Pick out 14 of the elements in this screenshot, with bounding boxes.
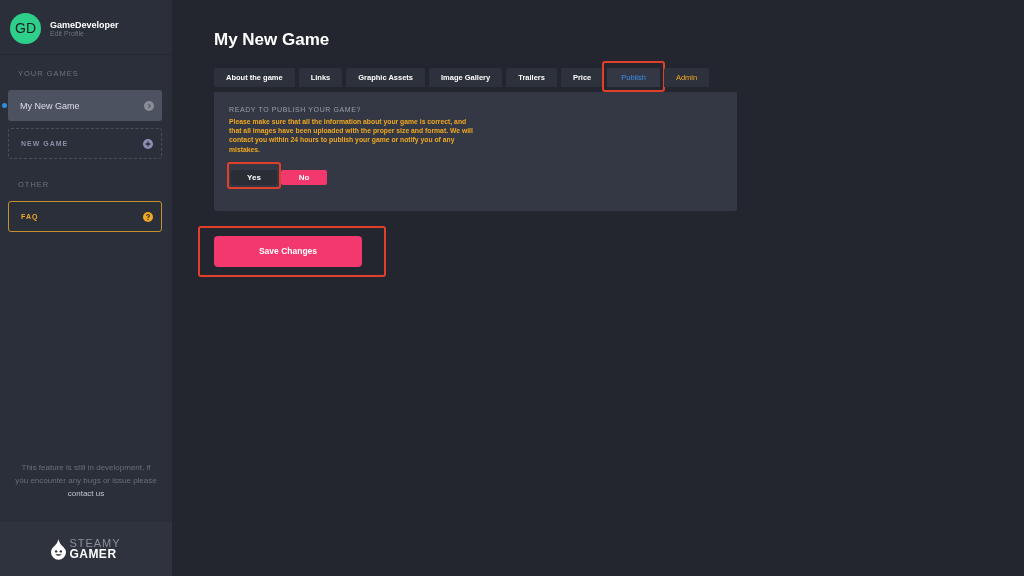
option-button[interactable]: Yes bbox=[231, 169, 277, 185]
sidebar-item[interactable]: My New Game bbox=[8, 90, 162, 121]
page-title: My New Game bbox=[214, 30, 331, 50]
logo-text: STEAMY bbox=[69, 538, 121, 549]
flame-logo-icon bbox=[51, 538, 67, 560]
chevron-icon bbox=[144, 100, 154, 111]
profile-name: GameDeveloper bbox=[50, 19, 119, 30]
help-icon bbox=[143, 211, 153, 222]
logo-text: GAMER bbox=[69, 549, 118, 560]
contact-link[interactable]: contact us bbox=[67, 489, 105, 498]
plus-icon bbox=[143, 138, 153, 149]
option-button[interactable]: No bbox=[281, 169, 327, 185]
avatar: GD bbox=[10, 12, 41, 44]
save-button[interactable]: Save Changes bbox=[214, 235, 362, 267]
